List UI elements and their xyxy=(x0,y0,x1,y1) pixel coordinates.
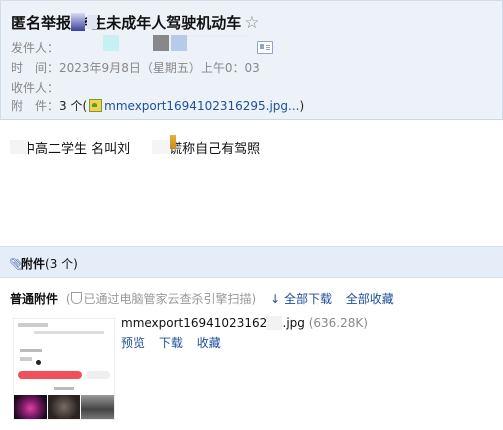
from-row: 发件人： xyxy=(11,39,59,56)
attach-label: 附 件： xyxy=(11,99,60,113)
attachments-label: 附件 xyxy=(21,257,46,271)
redaction-mask xyxy=(87,15,97,29)
to-label: 收件人： xyxy=(11,81,60,95)
download-arrow-icon: ↓ xyxy=(270,292,281,306)
attachment-file-info: mmexport1694102316295.jpg (636.28K) xyxy=(121,316,368,330)
shield-icon xyxy=(70,292,82,304)
attachment-thumbnail[interactable] xyxy=(13,318,115,420)
scan-note: (已通过电脑管家云查杀引擎扫描) xyxy=(65,292,257,306)
download-link[interactable]: 下载 xyxy=(159,336,183,350)
redaction-mask xyxy=(153,35,169,51)
mail-header: 匿名举报 学生未成年人驾驶机动车 ☆ 发件人： 时 间：2023年9月8日（星期五… xyxy=(0,0,503,120)
file-actions: 预览 下载 收藏 xyxy=(121,334,231,351)
download-all-button[interactable]: ↓ 全部下载 xyxy=(270,292,332,306)
subject-text: 匿名举报 学生未成年人驾驶机动车 xyxy=(11,14,242,32)
redaction-mask xyxy=(10,140,28,154)
attachments-title: 📎︎附件(3 个) xyxy=(9,255,78,272)
attach-count: 3 个 xyxy=(59,99,83,113)
to-row: 收件人： xyxy=(11,79,59,96)
time-label: 时 间： xyxy=(11,61,60,75)
save-link[interactable]: 收藏 xyxy=(197,336,221,350)
time-value: 2023年9月8日（星期五）上午0：03 xyxy=(59,61,260,75)
normal-attachments-label: 普通附件 xyxy=(10,292,59,306)
mail-body: 中高二学生 名叫刘 还谎称自己有驾照 xyxy=(22,138,260,157)
time-row: 时 间：2023年9月8日（星期五）上午0：03 xyxy=(11,59,260,76)
from-label: 发件人： xyxy=(11,41,60,55)
redaction-mask xyxy=(266,316,282,330)
scan-note-text: 已通过电脑管家云查杀引擎扫描 xyxy=(83,292,252,306)
redaction-mask xyxy=(103,35,119,51)
redaction-mask xyxy=(170,135,176,149)
redaction-mask xyxy=(71,13,85,31)
attachments-bar: 📎︎附件(3 个) xyxy=(0,246,503,278)
paperclip-icon: 📎︎ xyxy=(9,257,25,271)
mail-subject: 匿名举报 学生未成年人驾驶机动车 ☆ xyxy=(11,12,259,33)
contact-card-icon[interactable] xyxy=(257,41,273,54)
preview-link[interactable]: 预览 xyxy=(121,336,145,350)
redaction-mask xyxy=(171,35,187,51)
body-text: 中高二学生 名叫刘 还谎称自己有驾照 xyxy=(22,142,261,157)
redaction-mask xyxy=(187,35,247,37)
redaction-mask xyxy=(152,140,170,154)
download-all-label: 全部下载 xyxy=(283,292,332,306)
attach-row: 附 件：3 个(mmexport1694102316295.jpg...) xyxy=(11,99,305,113)
star-icon[interactable]: ☆ xyxy=(244,13,259,33)
file-size: (636.28K) xyxy=(308,316,368,330)
image-file-icon xyxy=(89,99,103,112)
attachments-count: (3 个) xyxy=(45,257,78,271)
normal-attachments-row: 普通附件 (已通过电脑管家云查杀引擎扫描) ↓ 全部下载 全部收藏 xyxy=(10,290,394,307)
attach-link[interactable]: mmexport1694102316295.jpg... xyxy=(104,99,299,113)
save-all-button[interactable]: 全部收藏 xyxy=(346,292,394,306)
